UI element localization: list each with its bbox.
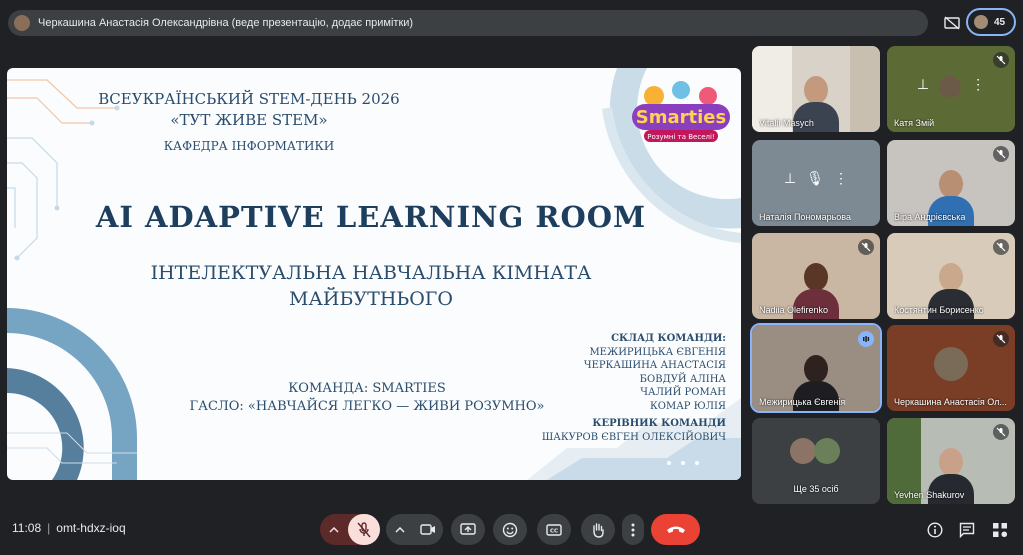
participant-tile[interactable]: Черкашина Анастасія Ол... <box>887 325 1015 411</box>
participant-tile[interactable]: ⊥ 🎙 ⋮ Наталія Пономарьова <box>752 140 880 226</box>
captions-icon: CC <box>546 523 562 536</box>
present-screen-icon <box>460 523 476 535</box>
presentation-banner[interactable]: Черкашина Анастасія Олександрівна (веде … <box>8 10 928 36</box>
stop-presenting-icon[interactable] <box>941 12 963 34</box>
mic-off-icon <box>993 239 1009 255</box>
svg-text:Smarties: Smarties <box>636 107 726 128</box>
pin-icon[interactable]: ⊥ <box>917 76 929 98</box>
present-screen-button[interactable] <box>451 514 485 545</box>
meeting-info: 11:08 | omt-hdxz-ioq <box>12 521 126 535</box>
team-members-block: СКЛАД КОМАНДИ: МЕЖИРИЦЬКА ЄВГЕНІЯ ЧЕРКАШ… <box>542 332 726 444</box>
raise-hand-button[interactable] <box>581 514 615 545</box>
more-participants-tile[interactable]: Ще 35 осіб <box>752 418 880 504</box>
camera-options-chevron-icon[interactable] <box>386 514 414 545</box>
participant-name: Nadiia Olefirenko <box>759 305 829 315</box>
participant-tile[interactable]: Віра Андрієвська <box>887 140 1015 226</box>
participant-avatar <box>934 347 968 381</box>
svg-text:CC: CC <box>550 528 558 534</box>
emoji-icon <box>502 522 518 537</box>
mic-off-icon <box>993 146 1009 162</box>
tile-hover-tools[interactable]: ⊥ ⋮ <box>917 76 985 98</box>
more-vert-icon <box>631 523 635 536</box>
leader-name: ШАКУРОВ ЄВГЕН ОЛЕКСІЙОВИЧ <box>541 431 726 443</box>
participant-name: Черкашина Анастасія Ол... <box>894 397 1007 407</box>
mic-off-icon <box>993 424 1009 440</box>
more-options-button[interactable] <box>622 514 644 545</box>
participant-tile[interactable]: Vitalii Masych <box>752 46 880 132</box>
more-participants-label: Ще 35 осіб <box>793 484 839 494</box>
smarties-logo: Smarties Розумні та Веселі! <box>626 76 736 148</box>
participant-tile[interactable]: Nadiia Olefirenko <box>752 233 880 319</box>
slide-title: AI ADAPTIVE LEARNING ROOM <box>95 200 647 234</box>
svg-text:Розумні та Веселі!: Розумні та Веселі! <box>647 133 714 141</box>
member-name: ЧЕРКАШИНА АНАСТАСІЯ <box>583 360 726 371</box>
participants-button[interactable]: 45 <box>966 8 1016 36</box>
presentation-slide: Smarties Розумні та Веселі! ВСЕУКРАЇНСЬК… <box>7 68 741 480</box>
participant-tile[interactable]: Костянтин Борисенко <box>887 233 1015 319</box>
participant-name: Yevhen Shakurov <box>894 490 965 500</box>
more-options-icon[interactable]: ⋮ <box>834 170 848 187</box>
participant-avatar <box>939 76 962 98</box>
participant-avatar <box>790 438 816 464</box>
participant-name: Vitalii Masych <box>759 118 814 128</box>
mic-off-button[interactable] <box>348 514 380 545</box>
presenter-avatar <box>14 15 30 31</box>
participant-tile-speaking[interactable]: Межирицька Євгенія <box>750 323 882 413</box>
member-name: МЕЖИРИЦЬКА ЄВГЕНІЯ <box>589 346 726 358</box>
mic-off-icon <box>993 331 1009 347</box>
member-name: КОМАР ЮЛІЯ <box>650 400 726 412</box>
slide-event-motto: «ТУТ ЖИВЕ STEM» <box>170 111 328 129</box>
leader-heading: КЕРІВНИК КОМАНДИ <box>592 418 726 429</box>
participant-avatar <box>974 15 988 29</box>
participant-name: Межирицька Євгенія <box>759 397 846 407</box>
more-options-icon[interactable]: ⋮ <box>971 76 985 98</box>
participant-tile[interactable]: ⊥ ⋮ Катя Змій <box>887 46 1015 132</box>
mic-control-group <box>320 514 380 545</box>
participant-avatar <box>814 438 840 464</box>
speaking-indicator-icon <box>858 331 874 347</box>
camera-control-group <box>386 514 443 545</box>
raise-hand-icon <box>593 522 604 538</box>
tile-hover-tools[interactable]: ⊥ 🎙 ⋮ <box>784 170 848 187</box>
captions-button[interactable]: CC <box>537 514 571 545</box>
mic-options-chevron-icon[interactable] <box>320 514 348 545</box>
clock-time: 11:08 <box>12 521 42 535</box>
participant-name: Віра Андрієвська <box>894 212 966 222</box>
pin-icon[interactable]: ⊥ <box>784 170 796 187</box>
participant-name: Наталія Пономарьова <box>759 212 851 222</box>
slide-subtitle-line2: МАЙБУТНЬОГО <box>289 288 453 310</box>
meet-window: Черкашина Анастасія Олександрівна (веде … <box>0 0 1023 555</box>
members-heading: СКЛАД КОМАНДИ: <box>611 333 726 344</box>
meeting-code[interactable]: omt-hdxz-ioq <box>56 521 125 535</box>
participant-name: Костянтин Борисенко <box>894 305 984 315</box>
reactions-button[interactable] <box>493 514 527 545</box>
chat-icon[interactable] <box>957 520 977 540</box>
mic-off-icon <box>993 52 1009 68</box>
slide-event-title: ВСЕУКРАЇНСЬКИЙ STEM-ДЕНЬ 2026 <box>98 90 400 108</box>
participant-name: Катя Змій <box>894 118 935 128</box>
activities-icon[interactable] <box>990 520 1010 540</box>
mic-off-icon <box>357 521 371 537</box>
member-name: ЧАЛИЙ РОМАН <box>640 387 726 398</box>
member-name: БОВДУЙ АЛІНА <box>639 373 726 385</box>
meeting-details-icon[interactable] <box>925 520 945 540</box>
mic-off-icon <box>858 239 874 255</box>
leave-call-button[interactable] <box>651 514 700 545</box>
participant-tile[interactable]: Yevhen Shakurov <box>887 418 1015 504</box>
end-call-icon <box>666 526 685 533</box>
slide-subtitle-line1: ІНТЕЛЕКТУАЛЬНА НАВЧАЛЬНА КІМНАТА <box>150 262 592 284</box>
camera-icon <box>419 524 435 535</box>
participants-count: 45 <box>994 16 1006 28</box>
presenter-banner-text: Черкашина Анастасія Олександрівна (веде … <box>38 17 414 29</box>
mic-off-icon: 🎙 <box>806 170 824 186</box>
slide-department: КАФЕДРА ІНФОРМАТИКИ <box>163 139 335 153</box>
camera-button[interactable] <box>412 514 443 545</box>
